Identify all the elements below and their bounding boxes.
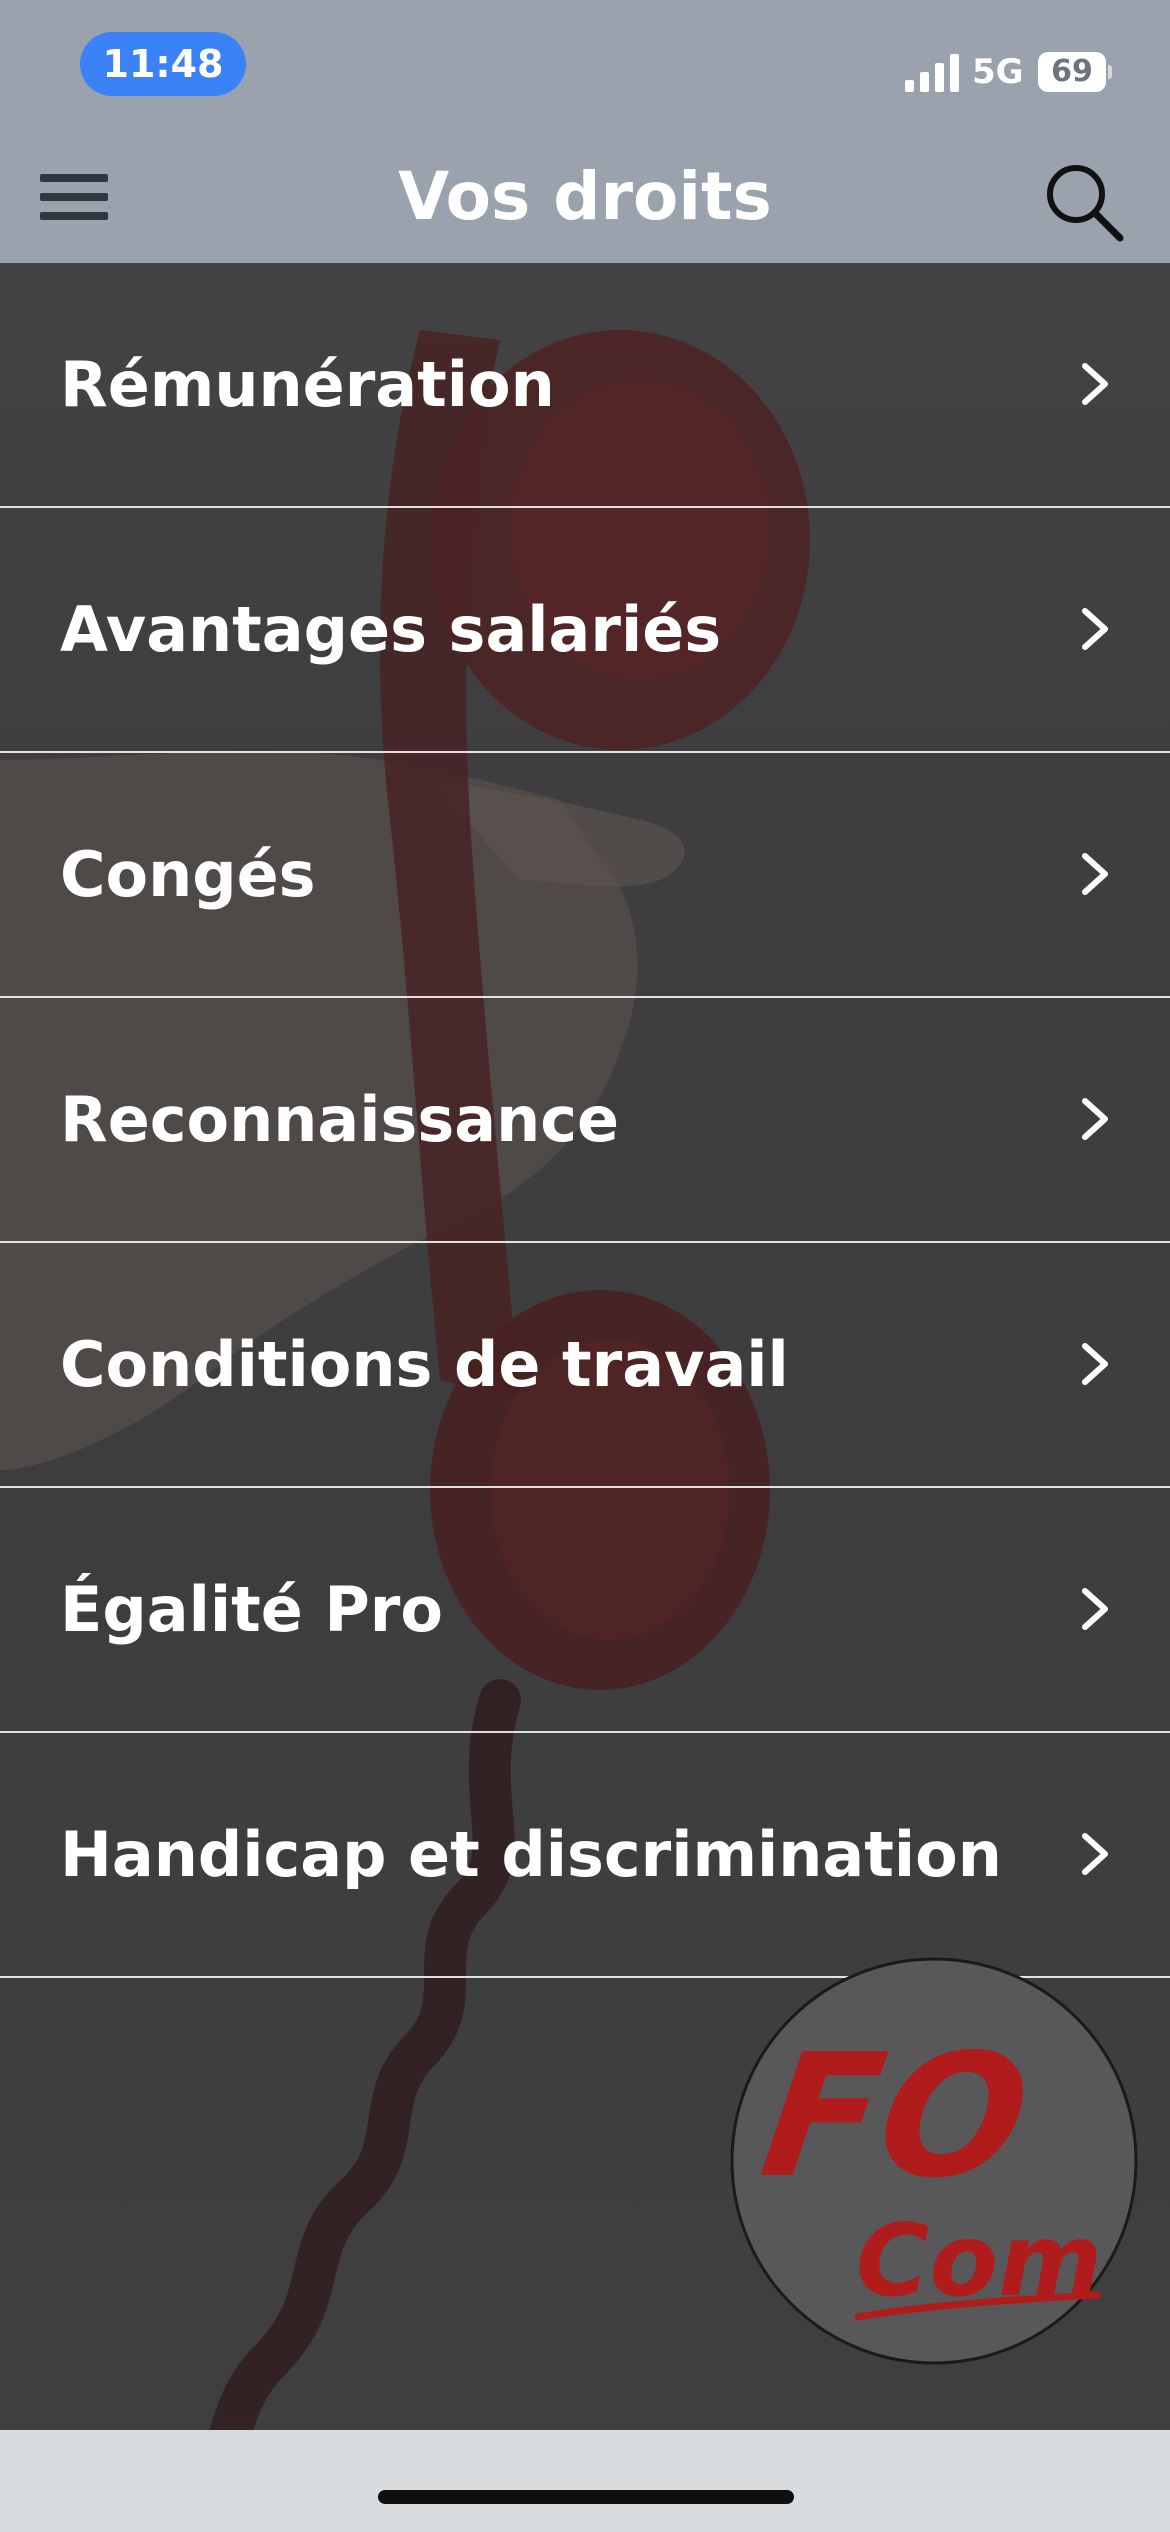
menu-item-egalite-pro[interactable]: Égalité Pro bbox=[0, 1488, 1170, 1733]
chevron-right-icon bbox=[1082, 1833, 1108, 1875]
app-screen: 11:48 5G 69 Vos droits Rémunération Avan… bbox=[0, 0, 1170, 2532]
battery-cap bbox=[1108, 65, 1112, 79]
chevron-right-icon bbox=[1082, 1343, 1108, 1385]
menu-item-label: Conditions de travail bbox=[60, 1328, 789, 1401]
chevron-right-icon bbox=[1082, 1588, 1108, 1630]
bottom-bar bbox=[0, 2430, 1170, 2532]
search-icon[interactable] bbox=[1040, 158, 1130, 248]
menu-item-reconnaissance[interactable]: Reconnaissance bbox=[0, 998, 1170, 1243]
battery-icon: 69 bbox=[1038, 52, 1112, 92]
menu-item-label: Handicap et discrimination bbox=[60, 1818, 1002, 1891]
menu-line bbox=[40, 193, 108, 201]
menu-item-label: Reconnaissance bbox=[60, 1083, 620, 1156]
home-indicator[interactable] bbox=[378, 2490, 794, 2504]
menu-item-conges[interactable]: Congés bbox=[0, 753, 1170, 998]
navigation-header: Vos droits bbox=[0, 130, 1170, 263]
svg-text:FO: FO bbox=[751, 2018, 1039, 2216]
battery-level: 69 bbox=[1051, 54, 1093, 89]
chevron-right-icon bbox=[1082, 363, 1108, 405]
status-bar: 11:48 5G 69 bbox=[0, 0, 1170, 130]
menu-line bbox=[40, 212, 108, 220]
hamburger-menu-icon[interactable] bbox=[40, 164, 120, 230]
rights-menu-list: Rémunération Avantages salariés Congés R… bbox=[0, 263, 1170, 1978]
chevron-right-icon bbox=[1082, 608, 1108, 650]
cellular-signal-icon bbox=[905, 54, 959, 92]
menu-line bbox=[40, 174, 108, 182]
chevron-right-icon bbox=[1082, 853, 1108, 895]
network-type: 5G bbox=[972, 52, 1024, 92]
menu-item-label: Congés bbox=[60, 838, 316, 911]
fo-com-logo: FO Com bbox=[730, 1957, 1138, 2365]
menu-item-remuneration[interactable]: Rémunération bbox=[0, 263, 1170, 508]
menu-item-avantages-salaries[interactable]: Avantages salariés bbox=[0, 508, 1170, 753]
chevron-right-icon bbox=[1082, 1098, 1108, 1140]
menu-item-label: Rémunération bbox=[60, 348, 555, 421]
menu-item-label: Égalité Pro bbox=[60, 1573, 443, 1646]
menu-item-conditions-de-travail[interactable]: Conditions de travail bbox=[0, 1243, 1170, 1488]
menu-item-handicap-et-discrimination[interactable]: Handicap et discrimination bbox=[0, 1733, 1170, 1978]
status-time: 11:48 bbox=[80, 32, 246, 96]
page-title: Vos droits bbox=[398, 158, 772, 235]
menu-item-label: Avantages salariés bbox=[60, 593, 722, 666]
